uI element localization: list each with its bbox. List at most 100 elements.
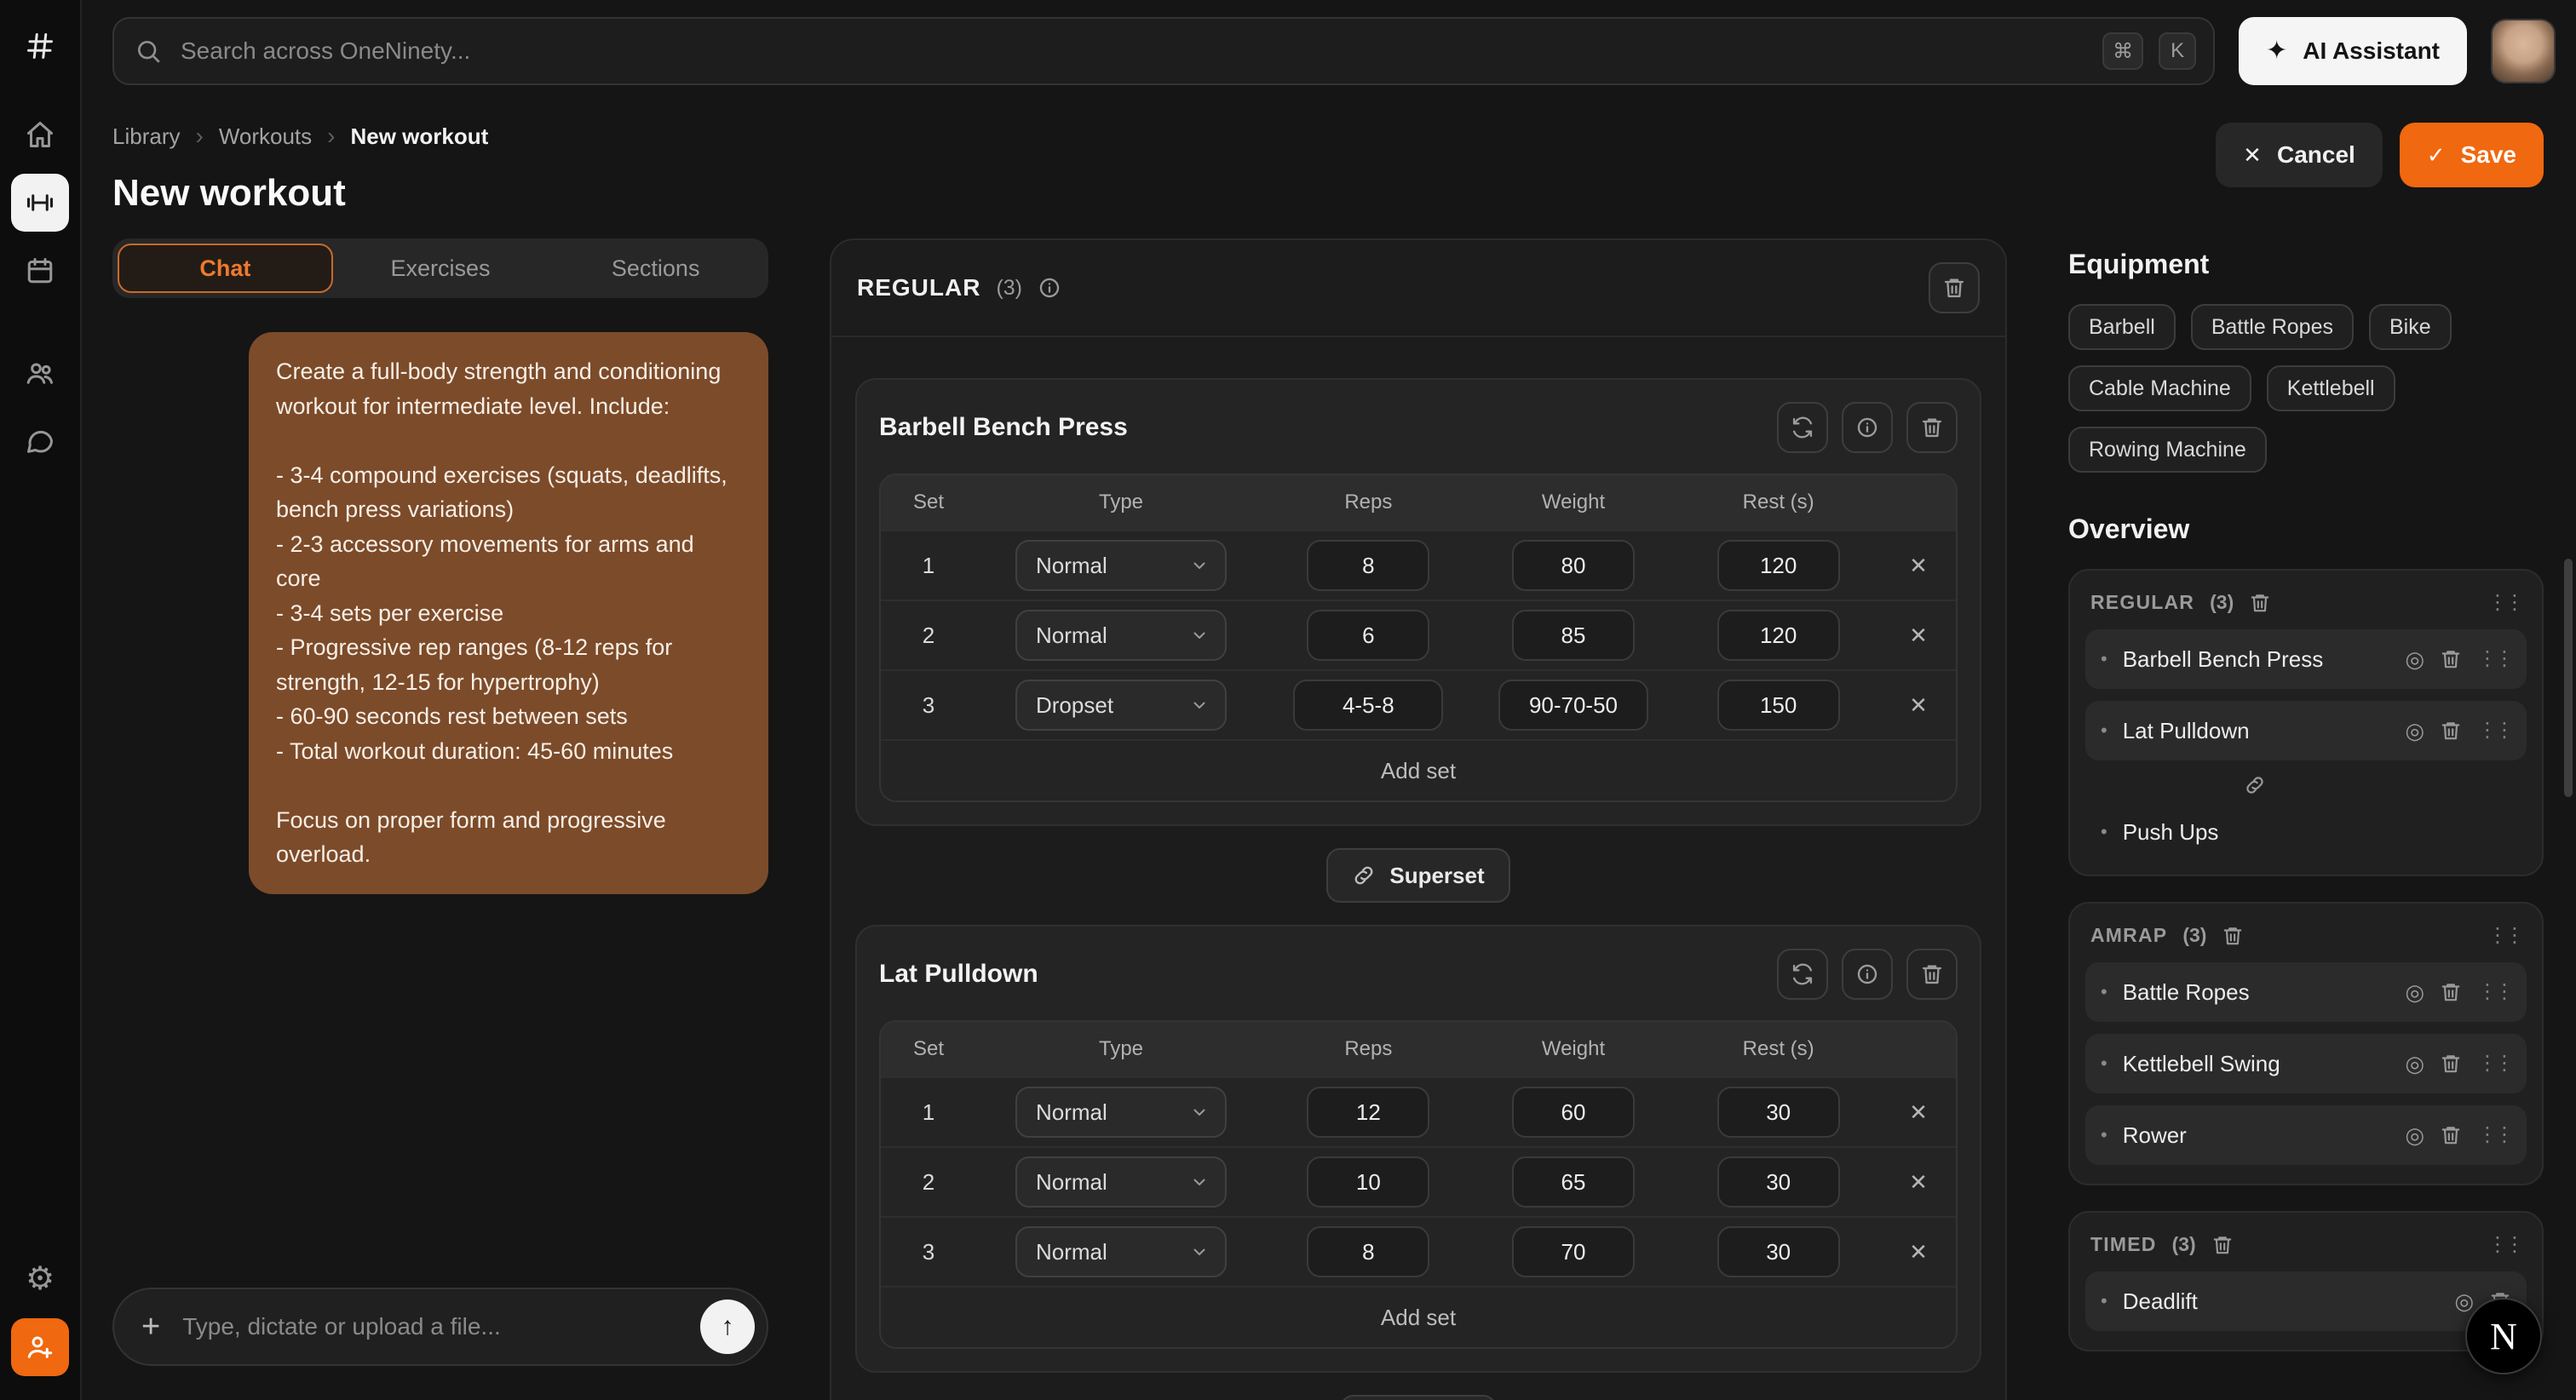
rest-input[interactable] — [1717, 1156, 1840, 1208]
equipment-chip[interactable]: Kettlebell — [2267, 365, 2395, 411]
delete-item-button[interactable] — [2440, 720, 2462, 742]
set-type-select[interactable]: Dropset — [1015, 680, 1227, 731]
delete-overview-section-button[interactable] — [2211, 1234, 2234, 1256]
overview-item[interactable]: • Lat Pulldown ◎ ⋮⋮ — [2085, 701, 2527, 760]
breadcrumb-library[interactable]: Library — [112, 123, 180, 150]
equipment-chip[interactable]: Cable Machine — [2068, 365, 2251, 411]
reps-input[interactable] — [1293, 680, 1443, 731]
overview-item[interactable]: • Rower ◎ ⋮⋮ — [2085, 1105, 2527, 1165]
sidebar-item-home[interactable] — [11, 106, 69, 164]
overview-item[interactable]: • Kettlebell Swing ◎ ⋮⋮ — [2085, 1034, 2527, 1093]
add-set-button[interactable]: Add set — [881, 739, 1956, 800]
weight-input[interactable] — [1512, 1156, 1635, 1208]
attach-button[interactable]: + — [141, 1311, 160, 1343]
remove-set-button[interactable]: ✕ — [1909, 692, 1928, 719]
delete-exercise-button[interactable] — [1906, 949, 1958, 1000]
send-button[interactable]: ↑ — [700, 1300, 755, 1354]
overview-item[interactable]: • Deadlift ◎ — [2085, 1271, 2527, 1331]
target-button[interactable]: ◎ — [2405, 1124, 2424, 1146]
tab-chat[interactable]: Chat — [118, 244, 333, 293]
drag-handle-icon[interactable]: ⋮⋮ — [2487, 1235, 2521, 1255]
target-button[interactable]: ◎ — [2405, 720, 2424, 742]
sidebar-item-invite-user[interactable] — [11, 1318, 69, 1376]
sidebar-item-workouts[interactable] — [11, 174, 69, 232]
sidebar-item-settings[interactable]: ⚙ — [11, 1250, 69, 1308]
reps-input[interactable] — [1307, 540, 1429, 591]
set-type-select[interactable]: Normal — [1015, 1087, 1227, 1138]
weight-input[interactable] — [1512, 1087, 1635, 1138]
equipment-chip[interactable]: Barbell — [2068, 304, 2176, 350]
equipment-chip[interactable]: Battle Ropes — [2191, 304, 2354, 350]
tab-exercises[interactable]: Exercises — [333, 244, 549, 293]
delete-item-button[interactable] — [2440, 981, 2462, 1003]
remove-set-button[interactable]: ✕ — [1909, 1099, 1928, 1126]
swap-exercise-button[interactable] — [1777, 949, 1828, 1000]
nextjs-dev-badge[interactable]: N — [2465, 1298, 2542, 1374]
remove-set-button[interactable]: ✕ — [1909, 1169, 1928, 1196]
superset-button[interactable]: Superset — [1326, 848, 1509, 903]
unlink-button[interactable]: Unlink — [1340, 1395, 1496, 1400]
sidebar-item-calendar[interactable] — [11, 242, 69, 300]
delete-item-button[interactable] — [2440, 648, 2462, 670]
target-button[interactable]: ◎ — [2405, 648, 2424, 670]
info-icon[interactable] — [1038, 276, 1061, 300]
remove-set-button[interactable]: ✕ — [1909, 623, 1928, 649]
drag-handle-icon[interactable]: ⋮⋮ — [2487, 593, 2521, 613]
target-button[interactable]: ◎ — [2405, 1053, 2424, 1075]
reps-input[interactable] — [1307, 1156, 1429, 1208]
weight-input[interactable] — [1512, 540, 1635, 591]
set-type-select[interactable]: Normal — [1015, 1156, 1227, 1208]
rest-input[interactable] — [1717, 610, 1840, 661]
rest-input[interactable] — [1717, 1226, 1840, 1277]
delete-exercise-button[interactable] — [1906, 402, 1958, 453]
drag-handle-icon[interactable]: ⋮⋮ — [2487, 926, 2521, 946]
ai-assistant-button[interactable]: ✦ AI Assistant — [2239, 17, 2467, 85]
target-button[interactable]: ◎ — [2405, 981, 2424, 1003]
reps-input[interactable] — [1307, 1087, 1429, 1138]
window-scrollbar[interactable] — [2564, 559, 2573, 797]
delete-item-button[interactable] — [2440, 1124, 2462, 1146]
drag-handle-icon[interactable]: ⋮⋮ — [2477, 720, 2511, 741]
breadcrumb-workouts[interactable]: Workouts — [219, 123, 312, 150]
delete-overview-section-button[interactable] — [2249, 592, 2271, 614]
overview-item[interactable]: • Battle Ropes ◎ ⋮⋮ — [2085, 962, 2527, 1022]
drag-handle-icon[interactable]: ⋮⋮ — [2477, 1053, 2511, 1074]
sidebar-item-clients[interactable] — [11, 344, 69, 402]
tab-sections[interactable]: Sections — [548, 244, 763, 293]
sidebar-item-messages[interactable] — [11, 412, 69, 470]
user-avatar[interactable] — [2491, 19, 2556, 83]
equipment-chip[interactable]: Rowing Machine — [2068, 427, 2267, 473]
reps-input[interactable] — [1307, 1226, 1429, 1277]
swap-exercise-button[interactable] — [1777, 402, 1828, 453]
overview-item[interactable]: • Push Ups — [2085, 808, 2527, 856]
drag-handle-icon[interactable]: ⋮⋮ — [2477, 982, 2511, 1002]
delete-item-button[interactable] — [2440, 1053, 2462, 1075]
weight-input[interactable] — [1512, 1226, 1635, 1277]
set-type-select[interactable]: Normal — [1015, 610, 1227, 661]
set-type-select[interactable]: Normal — [1015, 1226, 1227, 1277]
rest-input[interactable] — [1717, 680, 1840, 731]
reps-input[interactable] — [1307, 610, 1429, 661]
weight-input[interactable] — [1512, 610, 1635, 661]
drag-handle-icon[interactable]: ⋮⋮ — [2477, 649, 2511, 669]
weight-input[interactable] — [1498, 680, 1648, 731]
delete-section-button[interactable] — [1929, 262, 1980, 313]
equipment-chip[interactable]: Bike — [2369, 304, 2452, 350]
target-button[interactable]: ◎ — [2454, 1290, 2474, 1312]
remove-set-button[interactable]: ✕ — [1909, 553, 1928, 579]
remove-set-button[interactable]: ✕ — [1909, 1239, 1928, 1265]
cancel-button[interactable]: ✕ Cancel — [2216, 123, 2383, 187]
chat-input[interactable] — [179, 1311, 681, 1342]
add-set-button[interactable]: Add set — [881, 1286, 1956, 1347]
search-input[interactable] — [177, 36, 2087, 66]
users-icon — [25, 358, 55, 388]
exercise-info-button[interactable] — [1842, 402, 1893, 453]
rest-input[interactable] — [1717, 1087, 1840, 1138]
overview-item[interactable]: • Barbell Bench Press ◎ ⋮⋮ — [2085, 629, 2527, 689]
rest-input[interactable] — [1717, 540, 1840, 591]
delete-overview-section-button[interactable] — [2222, 925, 2244, 947]
exercise-info-button[interactable] — [1842, 949, 1893, 1000]
save-button[interactable]: ✓ Save — [2400, 123, 2544, 187]
drag-handle-icon[interactable]: ⋮⋮ — [2477, 1125, 2511, 1145]
set-type-select[interactable]: Normal — [1015, 540, 1227, 591]
